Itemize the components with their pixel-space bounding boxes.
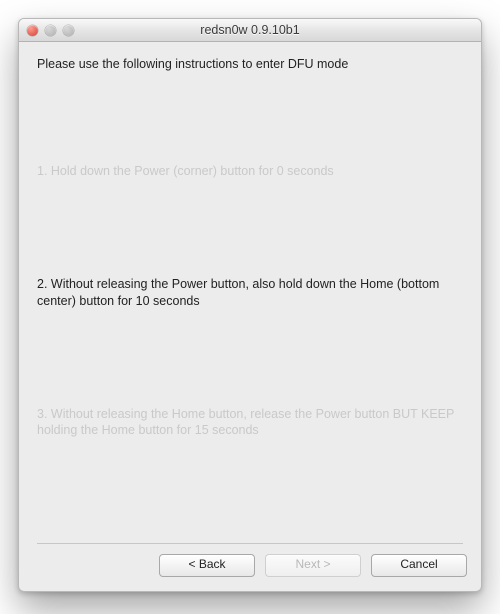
- traffic-lights: [19, 25, 74, 36]
- zoom-icon[interactable]: [63, 25, 74, 36]
- titlebar: redsn0w 0.9.10b1: [19, 19, 481, 42]
- cancel-button[interactable]: Cancel: [371, 554, 467, 577]
- button-bar: < Back Next > Cancel: [19, 544, 481, 591]
- dfu-step-2: 2. Without releasing the Power button, a…: [37, 276, 463, 310]
- minimize-icon[interactable]: [45, 25, 56, 36]
- dfu-step-3: 3. Without releasing the Home button, re…: [37, 406, 463, 440]
- window-title: redsn0w 0.9.10b1: [19, 23, 481, 37]
- close-icon[interactable]: [27, 25, 38, 36]
- back-button[interactable]: < Back: [159, 554, 255, 577]
- dfu-step-1: 1. Hold down the Power (corner) button f…: [37, 163, 463, 180]
- instructions-heading: Please use the following instructions to…: [37, 56, 463, 73]
- next-button: Next >: [265, 554, 361, 577]
- app-window: redsn0w 0.9.10b1 Please use the followin…: [18, 18, 482, 592]
- content-area: Please use the following instructions to…: [19, 42, 481, 544]
